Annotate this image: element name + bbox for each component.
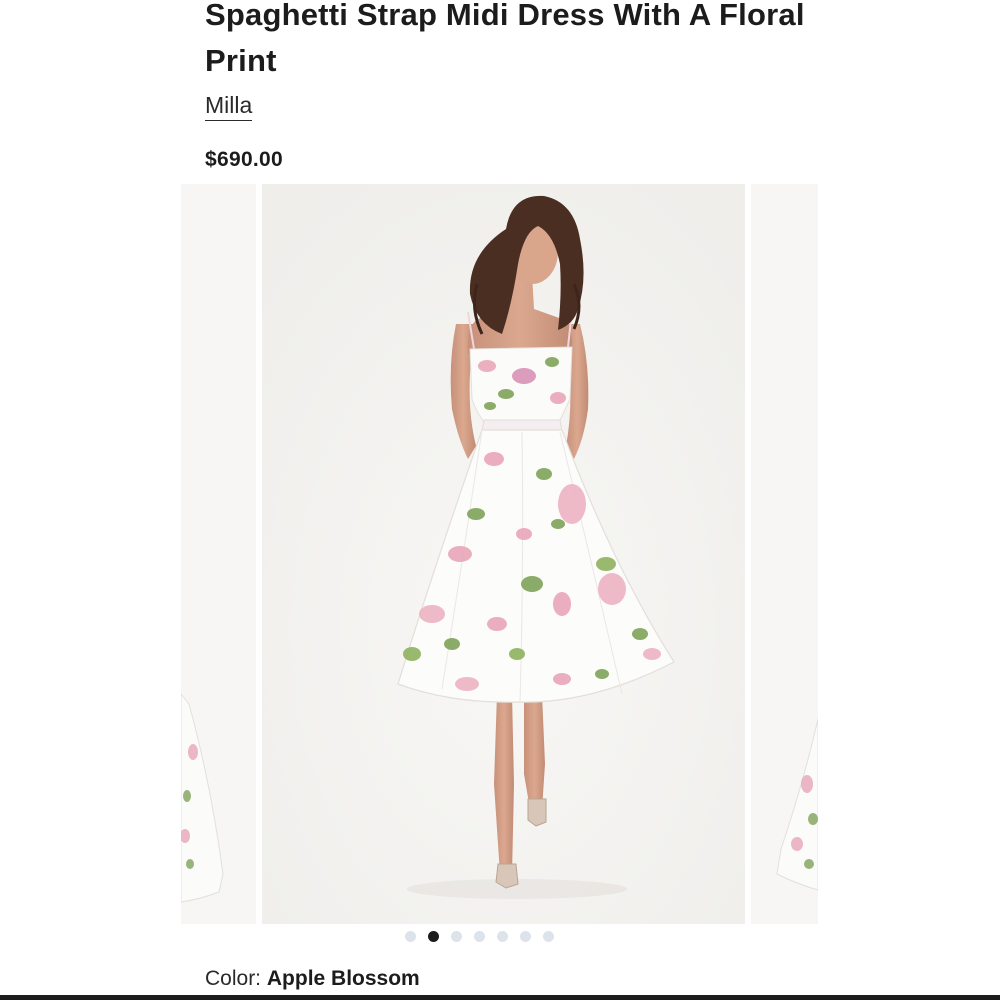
carousel-dot-7[interactable] [543,930,554,942]
carousel-dot-5[interactable] [497,930,508,942]
carousel-slide-next[interactable] [751,184,818,924]
carousel-dot-3[interactable] [451,930,462,942]
bottom-bar [0,995,1000,1000]
color-selection: Color: Apple Blossom [205,965,420,993]
color-value: Apple Blossom [266,967,420,990]
carousel-slide-active[interactable] [262,184,745,924]
carousel-dot-6[interactable] [520,930,531,942]
carousel-pagination [405,928,554,944]
previous-slide-image [181,184,256,924]
brand-link[interactable]: Milla [205,90,253,121]
product-price: $690.00 [205,148,284,171]
color-label: Color: [205,967,262,990]
image-carousel[interactable] [181,184,818,924]
carousel-dot-2[interactable] [428,930,439,942]
next-slide-image [751,184,818,924]
dress-photo [262,184,745,924]
carousel-dot-4[interactable] [474,930,485,942]
carousel-slide-previous[interactable] [181,184,256,924]
product-page: Spaghetti Strap Midi Dress With A Floral… [0,0,1000,1000]
product-title: Spaghetti Strap Midi Dress With A Floral… [205,0,805,78]
carousel-dot-1[interactable] [405,930,416,942]
